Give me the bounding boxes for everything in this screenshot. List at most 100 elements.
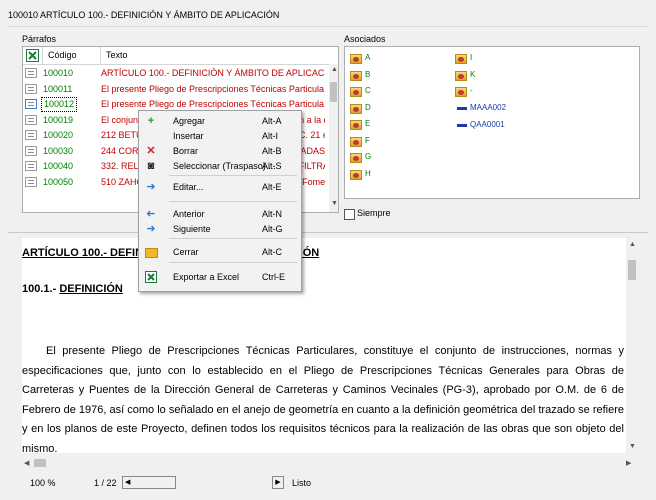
- excel-icon: [144, 271, 158, 284]
- assoc-folder-label[interactable]: G: [365, 152, 371, 161]
- menu-item-shortcut: Alt-S: [262, 161, 282, 171]
- table-row[interactable]: 100010 ARTÍCULO 100.- DEFINICIÓN Y ÁMBITO…: [23, 66, 329, 81]
- menu-item-label: Siguiente: [173, 224, 211, 234]
- menu-item-label: Agregar: [173, 116, 206, 126]
- row-code: 100030: [43, 145, 74, 156]
- document-paragraph: El presente Pliego de Prescripciones Téc…: [22, 345, 624, 453]
- folder-icon[interactable]: [350, 120, 362, 130]
- menu-item-label: Borrar: [173, 146, 199, 156]
- asociados-label: Asociados: [344, 34, 386, 44]
- header-codigo[interactable]: Código: [43, 47, 101, 64]
- scroll-up-icon[interactable]: ▲: [331, 66, 338, 73]
- folder-icon[interactable]: [350, 54, 362, 64]
- context-menu[interactable]: + Agregar Alt-A Insertar Alt-I ✕ Borrar Alt-B ◙ S…: [138, 110, 302, 292]
- menu-item-editar[interactable]: ➜ Editar... Alt-E: [139, 180, 301, 195]
- doc-scroll-down-icon[interactable]: ▼: [629, 443, 636, 450]
- row-code: 100011: [43, 83, 73, 94]
- menu-item-shortcut: Alt-N: [262, 209, 282, 219]
- menu-item-shortcut: Alt-E: [262, 182, 282, 192]
- doc-scroll-up-icon[interactable]: ▲: [629, 241, 636, 248]
- next-page-icon[interactable]: ▶: [272, 476, 284, 489]
- paragraph-icon: [25, 145, 37, 156]
- assoc-folder-label[interactable]: C: [365, 86, 371, 95]
- menu-item-exportar-a-excel[interactable]: Exportar a Excel Ctrl-E: [139, 270, 301, 285]
- menu-separator: [169, 201, 297, 202]
- menu-separator: [169, 175, 297, 176]
- menu-separator: [169, 262, 297, 263]
- siempre-checkbox[interactable]: [344, 209, 355, 220]
- grid-header: Código Texto: [23, 47, 338, 65]
- menu-item-shortcut: Ctrl-E: [262, 272, 285, 282]
- arrow-right-icon: ➜: [146, 223, 156, 235]
- row-code: 100020: [43, 130, 74, 140]
- document-viewer[interactable]: ARTÍCULO 100.- DEFINICIÓN Y ÁMBITO DE AP…: [22, 238, 638, 453]
- assoc-folder-label[interactable]: B: [365, 70, 370, 79]
- folder-icon[interactable]: [350, 87, 362, 97]
- assoc-link-label[interactable]: QAA0001: [470, 120, 505, 129]
- folder-icon[interactable]: [455, 54, 467, 64]
- asociados-panel[interactable]: A B C D E F G H I K - MAAA002 QAA0001: [344, 46, 640, 199]
- paragraph-icon: [25, 99, 37, 109]
- assoc-link-label[interactable]: MAAA002: [470, 103, 506, 112]
- prev-page-icon[interactable]: ◀: [125, 477, 130, 488]
- window-title: 100010 ARTÍCULO 100.- DEFINICIÓN Y ÁMBIT…: [8, 10, 280, 20]
- menu-item-shortcut: Alt-C: [262, 247, 282, 257]
- arrow-left-icon: ➜: [146, 208, 156, 220]
- plus-icon: +: [147, 115, 155, 127]
- document-horizontal-scrollbar[interactable]: ◀ ▶: [22, 457, 638, 469]
- assoc-folder-label[interactable]: F: [365, 136, 370, 145]
- assoc-folder-label[interactable]: E: [365, 119, 370, 128]
- menu-item-label: Editar...: [173, 182, 204, 192]
- grid-scroll-thumb[interactable]: [330, 82, 337, 102]
- menu-item-label: Exportar a Excel: [173, 272, 240, 282]
- header-texto[interactable]: Texto: [101, 47, 338, 64]
- menu-item-agregar[interactable]: + Agregar Alt-A: [139, 114, 301, 129]
- table-row[interactable]: 100011 El presente Pliego de Prescripcion…: [23, 82, 329, 97]
- assoc-folder-label[interactable]: K: [470, 70, 475, 79]
- scroll-right-icon[interactable]: ▶: [626, 459, 631, 467]
- arrow-right-icon: ➜: [146, 181, 156, 193]
- folder-icon[interactable]: [350, 136, 362, 147]
- row-text: El presente Pliego de Prescripciones Téc…: [101, 83, 324, 94]
- menu-item-seleccionar-traspaso[interactable]: ◙ Seleccionar (Traspaso) ... Alt-S: [139, 159, 301, 174]
- menu-item-borrar[interactable]: ✕ Borrar Alt-B: [139, 144, 301, 159]
- assoc-folder-label[interactable]: A: [365, 53, 370, 62]
- assoc-folder-label[interactable]: D: [365, 103, 371, 112]
- folder-icon[interactable]: [455, 70, 467, 81]
- folder-icon[interactable]: [350, 70, 362, 81]
- doc-scroll-thumb[interactable]: [628, 260, 636, 280]
- menu-item-anterior[interactable]: ➜ Anterior Alt-N: [139, 207, 301, 222]
- parrafos-label: Párrafos: [22, 34, 57, 44]
- siempre-label[interactable]: Siempre: [357, 208, 391, 218]
- folder-icon[interactable]: [350, 153, 362, 163]
- folder-icon[interactable]: [350, 169, 362, 180]
- assoc-folder-label[interactable]: -: [470, 86, 473, 95]
- paragraph-icon: [25, 161, 37, 171]
- horizontal-scroll-thumb[interactable]: [34, 459, 46, 467]
- folder-icon[interactable]: [350, 103, 362, 114]
- row-text: ARTÍCULO 100.- DEFINICIÓN Y ÁMBITO DE AP…: [101, 68, 325, 78]
- menu-item-shortcut: Alt-A: [262, 116, 282, 126]
- menu-item-shortcut: Alt-B: [262, 146, 282, 156]
- paragraph-icon: [25, 130, 37, 140]
- scroll-left-icon[interactable]: ◀: [24, 459, 29, 467]
- excel-export-icon[interactable]: [23, 47, 43, 64]
- link-dash-icon: [457, 123, 467, 127]
- menu-item-cerrar[interactable]: Cerrar Alt-C: [139, 245, 301, 260]
- folder-icon[interactable]: [455, 87, 467, 97]
- page-counter: 1 / 22: [94, 478, 117, 488]
- row-code: 100019: [43, 114, 74, 125]
- row-code: 100010: [43, 68, 74, 78]
- document-subheading: 100.1.- DEFINICIÓN: [22, 283, 123, 295]
- assoc-folder-label[interactable]: I: [470, 53, 472, 62]
- menu-item-shortcut: Alt-I: [262, 131, 279, 141]
- document-vertical-scrollbar[interactable]: ▲ ▼: [626, 238, 638, 453]
- scroll-down-icon[interactable]: ▼: [331, 200, 338, 207]
- assoc-folder-label[interactable]: H: [365, 169, 371, 178]
- section-divider: [8, 232, 648, 233]
- row-code: 100040: [43, 161, 74, 171]
- grid-vertical-scrollbar[interactable]: ▲ ▼: [329, 64, 338, 212]
- menu-item-insertar[interactable]: Insertar Alt-I: [139, 129, 301, 144]
- menu-item-siguiente[interactable]: ➜ Siguiente Alt-G: [139, 222, 301, 237]
- page-nav-slider[interactable]: ◀: [122, 476, 176, 489]
